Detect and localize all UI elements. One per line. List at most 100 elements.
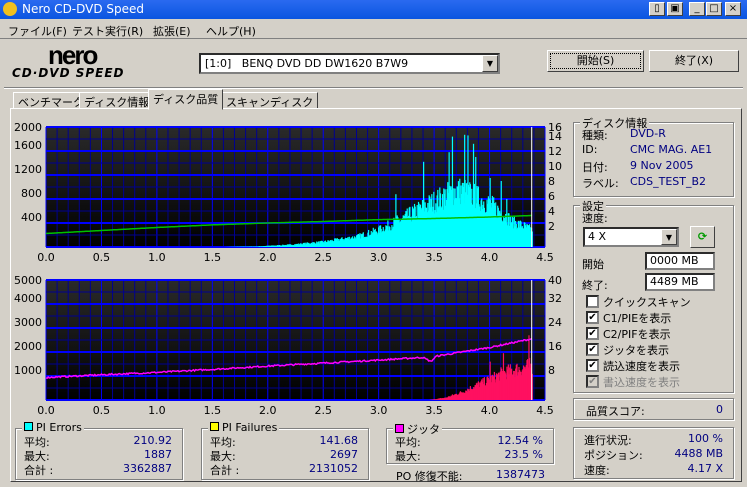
disc-info-label: 種類: bbox=[582, 129, 608, 142]
disc-info-group: ディスク情報 種類: DVD-R ID: CMC MAG. AE1 日付: 9 Nov 2… bbox=[573, 115, 734, 197]
data-bar-spike bbox=[451, 136, 454, 247]
jitter-group: ジッタ 平均: 12.54 % 最大: 23.5 % bbox=[386, 421, 554, 464]
tab-disc-info[interactable]: ディスク情報 bbox=[79, 92, 155, 109]
x-tick-label: 3.5 bbox=[425, 404, 443, 417]
y2-tick-label: 16 bbox=[548, 340, 562, 353]
x-tick-label: 1.0 bbox=[148, 251, 166, 264]
tab-disc-quality[interactable]: ディスク品質 bbox=[148, 89, 224, 110]
chevron-down-icon[interactable]: ▼ bbox=[661, 229, 677, 245]
data-bar-spike bbox=[500, 181, 502, 247]
x-tick-label: 3.5 bbox=[425, 251, 443, 264]
disc-info-value: CMC MAG. AE1 bbox=[630, 143, 713, 156]
checkbox[interactable]: ✔ bbox=[586, 327, 599, 340]
menu-extras[interactable]: 拡張(E) bbox=[153, 23, 191, 39]
end-label: 終了: bbox=[582, 279, 608, 292]
y-tick-label: 1600 bbox=[14, 139, 42, 152]
chevron-down-icon[interactable]: ▼ bbox=[482, 55, 498, 72]
checkbox: ✔ bbox=[586, 375, 599, 388]
x-tick-label: 2.5 bbox=[314, 404, 332, 417]
data-bar-spike bbox=[472, 143, 475, 247]
compact-icon[interactable]: ▯ bbox=[649, 2, 665, 16]
pi-errors-chart: 0.0 0.5 1.0 1.5 2.0 2.5 3.0 3.5 4.0 4.5 400 800 1200… bbox=[14, 121, 562, 264]
data-bar-spike bbox=[502, 353, 505, 400]
disc-info-value: 9 Nov 2005 bbox=[630, 159, 694, 172]
data-bar-spike bbox=[489, 361, 491, 400]
data-bar-spike bbox=[423, 161, 425, 247]
y-tick-label: 4000 bbox=[14, 292, 42, 305]
y-tick-label: 400 bbox=[21, 211, 42, 224]
y2-tick-label: 32 bbox=[548, 292, 562, 305]
close-button[interactable]: × bbox=[725, 2, 741, 16]
progress-value: 4488 MB bbox=[674, 447, 723, 460]
start-label: 開始 bbox=[582, 258, 604, 271]
minimize-button[interactable]: _ bbox=[689, 2, 705, 16]
pi_failures-title: PI Failures bbox=[222, 421, 278, 434]
stat-value: 23.5 % bbox=[504, 448, 543, 461]
po-label: PO 修復不能: bbox=[396, 470, 463, 483]
tab-benchmark[interactable]: ベンチマーク bbox=[13, 92, 89, 109]
stat-label: 合計 : bbox=[24, 464, 54, 477]
save-icon[interactable]: ▣ bbox=[667, 2, 683, 16]
y2-tick-label: 40 bbox=[548, 274, 562, 287]
app-icon bbox=[3, 2, 17, 16]
data-bar-spike bbox=[475, 157, 477, 247]
data-bar-spike bbox=[467, 135, 469, 247]
drive-select[interactable]: [1:0] BENQ DVD DD DW1620 B7W9 ▼ bbox=[199, 53, 500, 74]
disc-info-label: 日付: bbox=[582, 161, 608, 174]
checkbox[interactable]: ✔ bbox=[586, 343, 599, 356]
progress-group: 進行状況: 100 % ポジション: 4488 MB 速度: 4.17 X bbox=[573, 427, 734, 479]
x-tick-label: 2.5 bbox=[314, 251, 332, 264]
menu-bar: ファイル(F) テスト実行(R) 拡張(E) ヘルプ(H) bbox=[0, 20, 747, 39]
end-input[interactable]: 4489 MB bbox=[645, 273, 715, 291]
checkbox-label: C2/PIFを表示 bbox=[603, 328, 671, 341]
stat-value: 12.54 % bbox=[497, 434, 543, 447]
stat-label: 最大: bbox=[395, 450, 421, 463]
data-bar-spike bbox=[448, 152, 450, 247]
checkbox[interactable]: ✔ bbox=[586, 359, 599, 372]
checkbox[interactable] bbox=[586, 295, 599, 308]
x-tick-label: 4.5 bbox=[536, 404, 554, 417]
y2-tick-label: 10 bbox=[548, 160, 562, 173]
quality-score-group: 品質スコア: 0 bbox=[573, 398, 734, 420]
progress-value: 100 % bbox=[688, 432, 723, 445]
stat-value: 2131052 bbox=[309, 462, 358, 475]
speed-value: 4 X bbox=[588, 230, 607, 243]
maximize-button[interactable]: □ bbox=[706, 2, 722, 16]
x-tick-label: 1.0 bbox=[148, 404, 166, 417]
start-input[interactable]: 0000 MB bbox=[645, 252, 715, 270]
y-tick-label: 2000 bbox=[14, 340, 42, 353]
x-tick-label: 3.0 bbox=[370, 251, 388, 264]
x-tick-label: 3.0 bbox=[370, 404, 388, 417]
y-tick-label: 1000 bbox=[14, 364, 42, 377]
stat-value: 2697 bbox=[330, 448, 358, 461]
y-tick-label: 1200 bbox=[14, 163, 42, 176]
data-bar-spike bbox=[395, 194, 397, 247]
x-tick-label: 2.0 bbox=[259, 404, 277, 417]
x-tick-label: 0.5 bbox=[93, 251, 111, 264]
data-bar-spike bbox=[464, 134, 466, 247]
progress-label: 速度: bbox=[584, 464, 610, 477]
progress-label: 進行状況: bbox=[584, 434, 632, 447]
menu-file[interactable]: ファイル(F) bbox=[8, 23, 67, 39]
disc-info-value: DVD-R bbox=[630, 127, 666, 140]
disc-info-label: ラベル: bbox=[582, 177, 619, 190]
disc-info-label: ID: bbox=[582, 143, 598, 156]
y2-tick-label: 8 bbox=[548, 364, 555, 377]
progress-value: 4.17 X bbox=[687, 462, 723, 475]
refresh-button[interactable]: ⟳ bbox=[690, 226, 715, 248]
checkbox[interactable]: ✔ bbox=[586, 311, 599, 324]
stat-value: 1887 bbox=[144, 448, 172, 461]
exit-button[interactable]: 終了(X) bbox=[649, 50, 739, 72]
start-button[interactable]: 開始(S) bbox=[547, 50, 644, 72]
pi-errors-group: PI Errors 平均: 210.92 最大: 1887 合計 :3362887 bbox=[15, 421, 183, 480]
disc-info-value: CDS_TEST_B2 bbox=[630, 175, 707, 188]
drive-value: [1:0] BENQ DVD DD DW1620 B7W9 bbox=[205, 57, 409, 70]
speed-select[interactable]: 4 X ▼ bbox=[583, 227, 679, 247]
menu-test[interactable]: テスト実行(R) bbox=[72, 23, 143, 39]
x-tick-label: 0.5 bbox=[93, 404, 111, 417]
x-tick-label: 1.5 bbox=[204, 404, 222, 417]
menu-help[interactable]: ヘルプ(H) bbox=[206, 23, 256, 39]
y2-tick-label: 8 bbox=[548, 175, 555, 188]
divider bbox=[4, 87, 743, 89]
tab-scan-disc[interactable]: スキャンディスク bbox=[221, 92, 319, 109]
